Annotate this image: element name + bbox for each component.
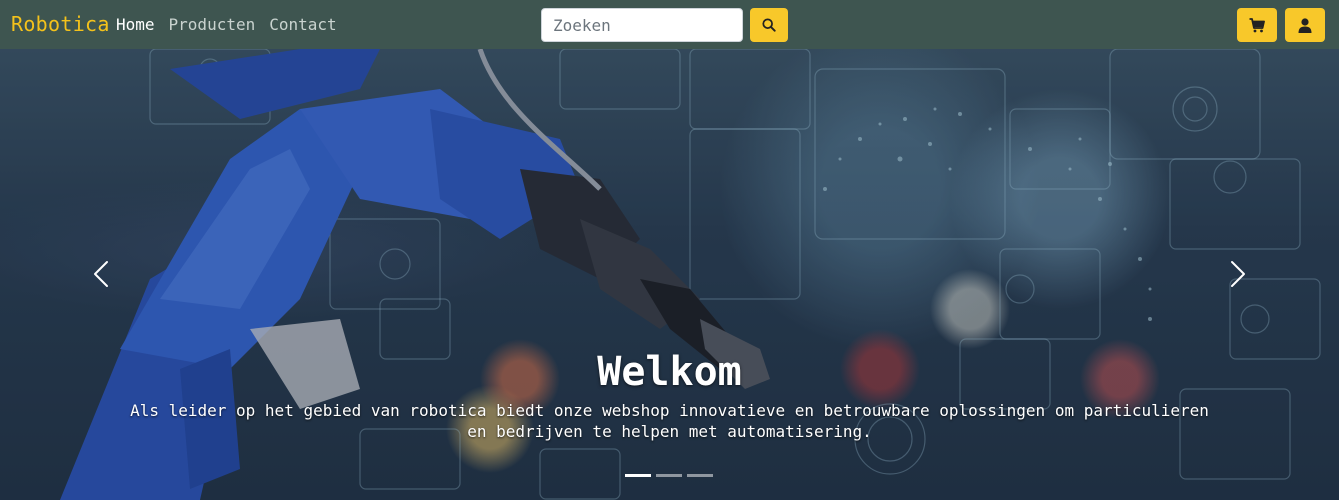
hero-title: Welkom (597, 349, 742, 395)
carousel-indicator-1[interactable] (625, 474, 651, 477)
carousel-next-button[interactable] (1223, 259, 1253, 289)
account-button[interactable] (1285, 8, 1325, 42)
chevron-right-icon (1231, 261, 1245, 287)
cart-icon (1249, 17, 1265, 32)
search-icon (762, 18, 776, 32)
nav-link-home[interactable]: Home (116, 15, 155, 34)
carousel-prev-button[interactable] (86, 259, 116, 289)
user-icon (1298, 17, 1312, 33)
hero-text: Als leider op het gebied van robotica bi… (130, 401, 1209, 441)
cart-button[interactable] (1237, 8, 1277, 42)
search-button[interactable] (750, 8, 788, 42)
navbar: Robotica Home Producten Contact (0, 0, 1339, 49)
carousel-indicators (625, 474, 713, 477)
carousel-caption: Welkom Als leider op het gebied van robo… (0, 349, 1339, 442)
carousel-indicator-2[interactable] (656, 474, 682, 477)
nav-links: Home Producten Contact (116, 15, 337, 34)
nav-link-producten[interactable]: Producten (169, 15, 256, 34)
search-form (541, 8, 788, 42)
hero-carousel: Welkom Als leider op het gebied van robo… (0, 49, 1339, 500)
brand-logo[interactable]: Robotica (11, 12, 110, 36)
chevron-left-icon (94, 261, 108, 287)
carousel-indicator-3[interactable] (687, 474, 713, 477)
navbar-actions (1237, 8, 1325, 42)
search-input[interactable] (541, 8, 743, 42)
nav-link-contact[interactable]: Contact (269, 15, 336, 34)
